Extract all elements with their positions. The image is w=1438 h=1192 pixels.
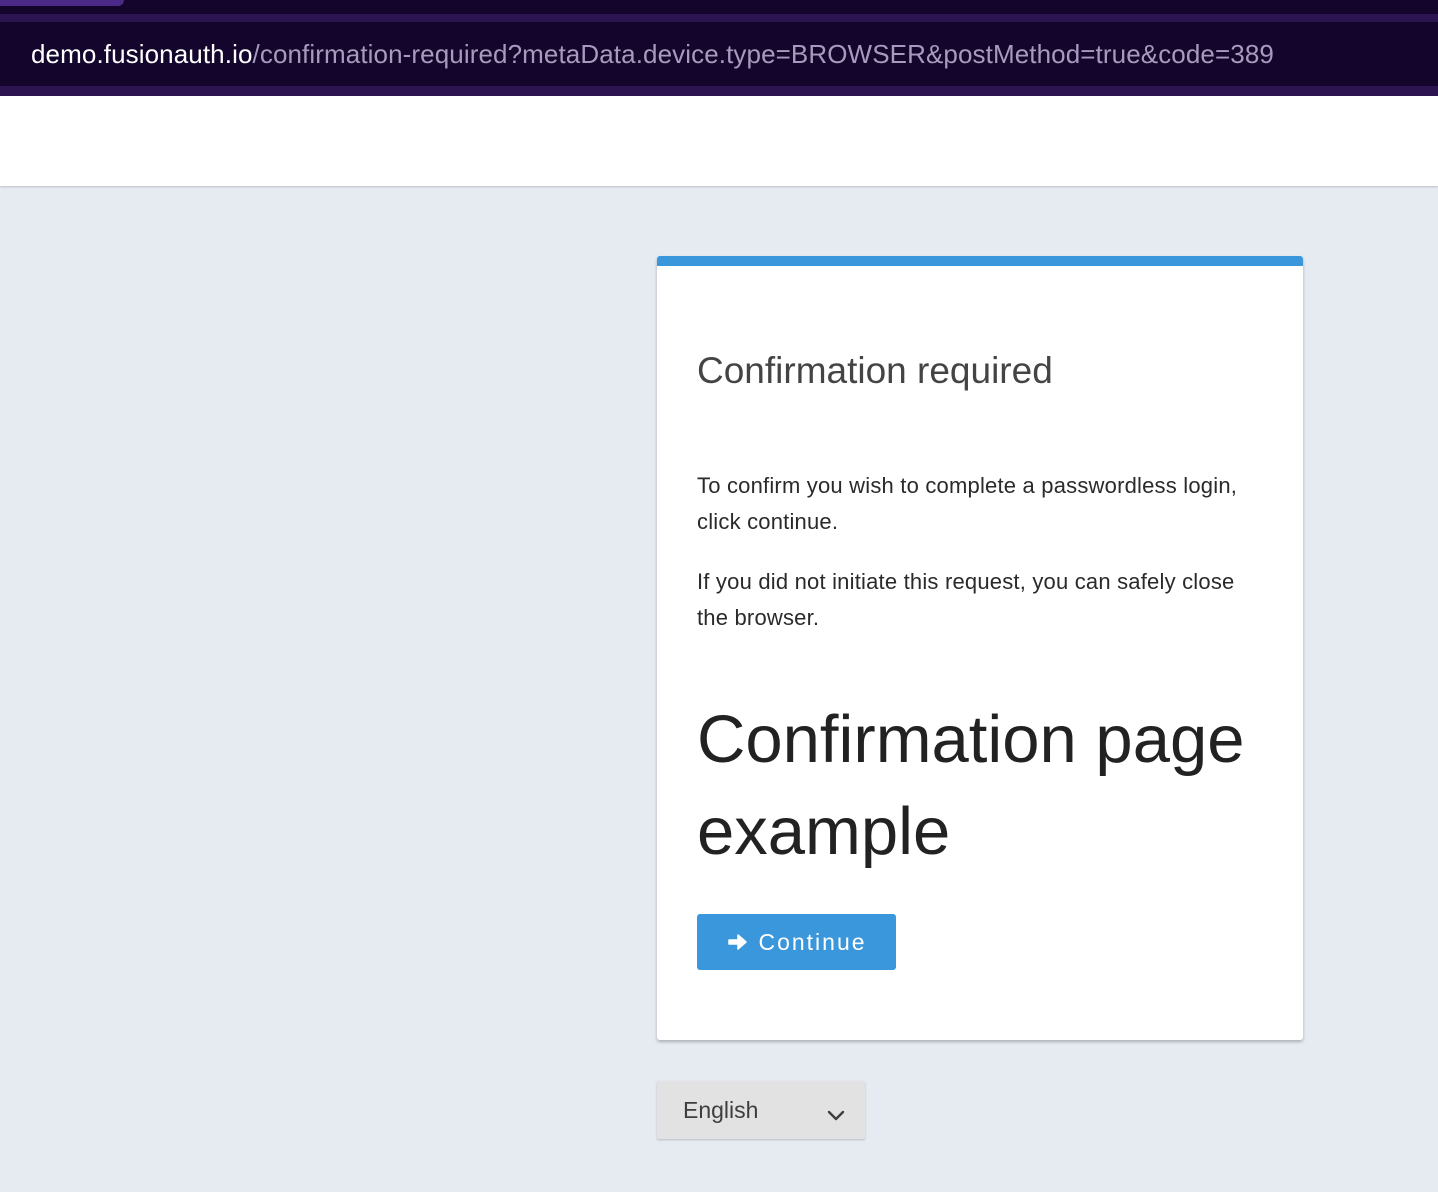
page-heading: Confirmation page example bbox=[697, 702, 1245, 869]
panel-title: Confirmation required bbox=[697, 350, 1053, 391]
address-bar[interactable]: demo.fusionauth.io/confirmation-required… bbox=[0, 22, 1438, 86]
chevron-down-icon bbox=[827, 1102, 845, 1121]
continue-button[interactable]: Continue bbox=[697, 914, 896, 970]
app-header bbox=[0, 96, 1438, 186]
active-tab[interactable] bbox=[0, 0, 124, 6]
browser-chrome: demo.fusionauth.io/confirmation-required… bbox=[0, 0, 1438, 96]
url-text[interactable]: demo.fusionauth.io/confirmation-required… bbox=[0, 39, 1274, 70]
confirmation-panel: Confirmation required To confirm you wis… bbox=[657, 256, 1303, 1040]
language-select[interactable]: English bbox=[657, 1081, 865, 1139]
continue-label: Continue bbox=[758, 928, 867, 955]
url-path: /confirmation-required?metaData.device.t… bbox=[252, 38, 1274, 69]
tab-strip bbox=[0, 0, 1438, 14]
confirm-instructions: To confirm you wish to complete a passwo… bbox=[697, 473, 1238, 534]
safety-note: If you did not initiate this request, yo… bbox=[697, 569, 1235, 630]
url-host: demo.fusionauth.io bbox=[31, 38, 253, 69]
arrow-right-icon bbox=[726, 931, 748, 953]
language-selected-value: English bbox=[683, 1096, 759, 1123]
